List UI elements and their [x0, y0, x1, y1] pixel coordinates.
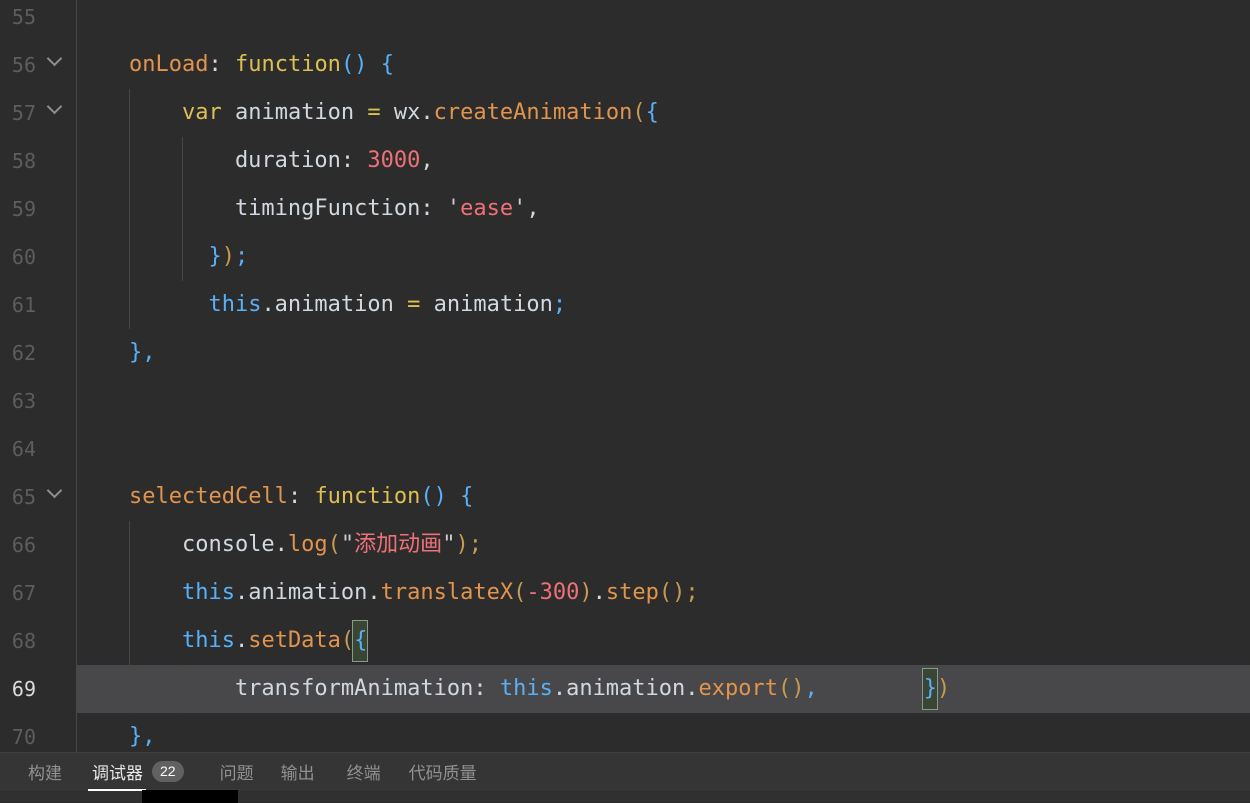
- gutter-line-59: 59: [0, 185, 76, 233]
- code-row: duration: 3000,: [0, 137, 1250, 185]
- gutter-line-70: 70: [0, 713, 76, 752]
- code-line-68[interactable]: this.setData({: [0, 617, 1250, 665]
- line-number: 55: [0, 0, 36, 41]
- line-number: 70: [0, 713, 36, 752]
- chevron-down-icon[interactable]: [47, 99, 63, 115]
- code-row: onLoad: function() {: [0, 41, 1250, 89]
- gutter-line-61: 61: [0, 281, 76, 329]
- code-line-60[interactable]: });: [0, 233, 1250, 281]
- code-line-59[interactable]: timingFunction: 'ease',: [0, 185, 1250, 233]
- line-number: 69: [0, 665, 36, 713]
- code-row: [0, 425, 1250, 473]
- gutter-line-69: 69: [0, 665, 76, 713]
- line-number: 57: [0, 89, 36, 137]
- line-number: 59: [0, 185, 36, 233]
- gutter-line-55: 55: [0, 0, 76, 41]
- gutter-line-62: 62: [0, 329, 76, 377]
- code-row: },: [0, 329, 1250, 377]
- panel-strip: [0, 789, 1250, 802]
- code-row: timingFunction: 'ease',: [0, 185, 1250, 233]
- gutter-line-68: 68: [0, 617, 76, 665]
- line-number: 60: [0, 233, 36, 281]
- gutter-line-58: 58: [0, 137, 76, 185]
- redaction-box: [142, 790, 238, 803]
- bracket-match-highlight: }: [924, 676, 937, 701]
- gutter-line-64: 64: [0, 425, 76, 473]
- code-row: this.animation = animation;: [0, 281, 1250, 329]
- code-row: this.setData({: [0, 617, 1250, 665]
- active-line-row: transformAnimation: this.animation.expor…: [0, 665, 1250, 713]
- tab-terminal[interactable]: 终端: [347, 759, 381, 784]
- code-editor[interactable]: onLoad: function() { var animation = wx.…: [0, 0, 1250, 752]
- gutter-line-66: 66: [0, 521, 76, 569]
- line-number: 56: [0, 41, 36, 89]
- code-row: });: [0, 233, 1250, 281]
- code-row: console.log("添加动画");: [0, 521, 1250, 569]
- indent-guide: [76, 0, 77, 752]
- gutter: 55565758596061626364656667686970: [0, 0, 76, 752]
- tab-build[interactable]: 构建: [28, 759, 62, 784]
- line-number: 61: [0, 281, 36, 329]
- code-row: [0, 0, 1250, 41]
- gutter-line-63: 63: [0, 377, 76, 425]
- line-number: 66: [0, 521, 36, 569]
- bracket-match-highlight: {: [354, 628, 367, 653]
- gutter-line-67: 67: [0, 569, 76, 617]
- line-number: 64: [0, 425, 36, 473]
- code-line-67[interactable]: this.animation.translateX(-300).step();: [0, 569, 1250, 617]
- line-number: 65: [0, 473, 36, 521]
- tab-problems[interactable]: 问题: [220, 759, 254, 784]
- active-tab-underline: [88, 789, 146, 791]
- tab-debugger[interactable]: 调试器: [92, 759, 143, 784]
- code-line-62[interactable]: },: [0, 329, 1250, 377]
- code-line-70[interactable]: },: [0, 713, 1250, 752]
- line-number: 68: [0, 617, 36, 665]
- code-line-69[interactable]: transformAnimation: this.animation.expor…: [0, 665, 1250, 713]
- tab-output[interactable]: 输出: [281, 759, 315, 784]
- gutter-line-60: 60: [0, 233, 76, 281]
- indent-guide: [182, 665, 183, 713]
- code-row: [0, 377, 1250, 425]
- code-line-58[interactable]: duration: 3000,: [0, 137, 1250, 185]
- gutter-line-65: 65: [0, 473, 76, 521]
- line-number: 63: [0, 377, 36, 425]
- debugger-count-badge: 22: [152, 761, 184, 782]
- bottom-panel: 构建 调试器 22 问题 输出 终端 代码质量: [0, 752, 1250, 802]
- indent-guide: [129, 89, 130, 329]
- code-row: },: [0, 713, 1250, 752]
- line-number: 62: [0, 329, 36, 377]
- panel-tabs: 构建 调试器 22 问题 输出 终端 代码质量: [0, 753, 1250, 789]
- line-number: 58: [0, 137, 36, 185]
- code-line-65[interactable]: selectedCell: function() {: [0, 473, 1250, 521]
- chevron-down-icon[interactable]: [47, 483, 63, 499]
- chevron-down-icon[interactable]: [47, 51, 63, 67]
- code-row: selectedCell: function() {: [0, 473, 1250, 521]
- gutter-line-57: 57: [0, 89, 76, 137]
- code-line-57[interactable]: var animation = wx.createAnimation({: [0, 89, 1250, 137]
- code-line-61[interactable]: this.animation = animation;: [0, 281, 1250, 329]
- code-rows: onLoad: function() { var animation = wx.…: [0, 0, 1250, 752]
- gutter-line-56: 56: [0, 41, 76, 89]
- indent-guide: [182, 137, 183, 281]
- line-number: 67: [0, 569, 36, 617]
- code-line-56[interactable]: onLoad: function() {: [0, 41, 1250, 89]
- code-row: this.animation.translateX(-300).step();: [0, 569, 1250, 617]
- indent-guide: [129, 521, 130, 713]
- tab-code-quality[interactable]: 代码质量: [409, 759, 477, 784]
- code-row: var animation = wx.createAnimation({: [0, 89, 1250, 137]
- code-line-66[interactable]: console.log("添加动画");: [0, 521, 1250, 569]
